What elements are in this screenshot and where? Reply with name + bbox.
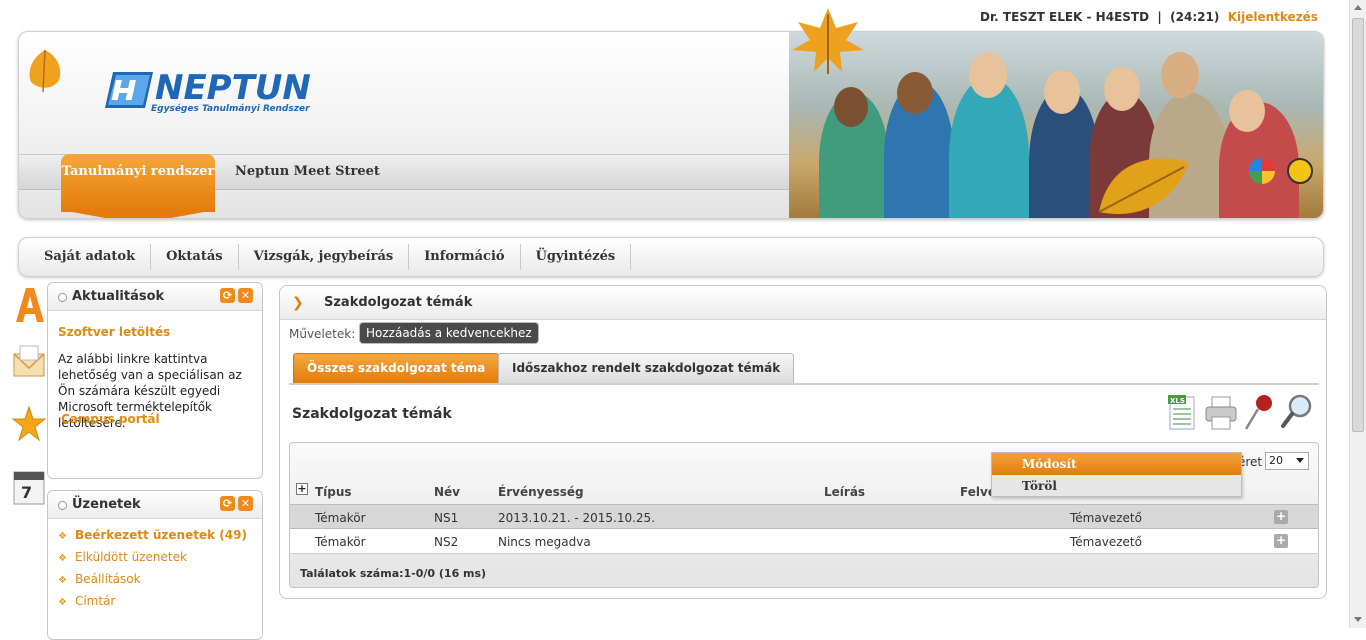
- refresh-icon[interactable]: ⟳: [220, 288, 235, 303]
- user-separator: |: [1157, 10, 1162, 24]
- messages-box: Üzenetek ⟳ ✕ ❖ Beérkezett üzenetek (49) ❖…: [47, 490, 263, 640]
- theme-switch-icons: [1241, 158, 1313, 187]
- tab-active-pointer: [61, 210, 215, 218]
- envelope-icon[interactable]: [12, 342, 46, 384]
- tab-all-topics[interactable]: Összes szakdolgozat téma: [293, 353, 500, 383]
- messages-box-title: Üzenetek: [72, 497, 141, 512]
- news-box-title: Aktualitások: [72, 289, 165, 304]
- search-icon[interactable]: [1278, 391, 1316, 433]
- tab-underline: [289, 383, 1319, 385]
- excel-export-icon[interactable]: XLS: [1164, 391, 1202, 433]
- scroll-up-icon[interactable]: [1354, 5, 1362, 10]
- scroll-thumb[interactable]: [1352, 18, 1364, 432]
- cell-tipus: Témakör: [315, 511, 366, 525]
- page-title: Szakdolgozat témák: [324, 295, 473, 310]
- result-count: Találatok száma:1-0/0 (16 ms): [300, 567, 487, 580]
- user-name: Dr. TESZT ELEK - H4ESTD: [980, 10, 1150, 24]
- list-title: Szakdolgozat témák: [292, 406, 452, 422]
- svg-text:7: 7: [21, 483, 32, 502]
- close-icon[interactable]: ✕: [238, 288, 253, 303]
- accessibility-icon[interactable]: [1287, 158, 1313, 184]
- scroll-down-icon[interactable]: [1354, 617, 1362, 622]
- news-box: Aktualitások ⟳ ✕ Szoftver letöltés Az al…: [47, 282, 263, 479]
- favorites-star-icon[interactable]: [12, 404, 46, 446]
- calendar-icon[interactable]: 7: [12, 466, 46, 508]
- settings-link[interactable]: ❖ Beállítások: [58, 572, 141, 586]
- page-size-select[interactable]: 20: [1265, 452, 1309, 470]
- inbox-link[interactable]: ❖ Beérkezett üzenetek (49): [58, 528, 247, 542]
- font-size-icon[interactable]: [12, 284, 46, 326]
- col-header-tipus[interactable]: Típus: [315, 485, 352, 499]
- page-size-value: 20: [1269, 454, 1283, 467]
- row-action-icon[interactable]: +: [1274, 534, 1288, 548]
- bullet-star-icon: ❖: [58, 531, 67, 542]
- nav-sajat-adatok[interactable]: Saját adatok: [29, 244, 152, 270]
- refresh-icon[interactable]: ⟳: [220, 496, 235, 511]
- chevron-down-icon: [1296, 458, 1304, 463]
- maple-leaf-icon: [792, 8, 864, 74]
- news-box-header: Aktualitások ⟳ ✕: [48, 283, 262, 311]
- session-timer: (24:21): [1170, 10, 1220, 24]
- neptun-logo-icon: [105, 72, 153, 108]
- col-header-ervenyesseg[interactable]: Érvényesség: [498, 485, 584, 499]
- logout-link[interactable]: Kijelentkezés: [1228, 10, 1318, 24]
- directory-link[interactable]: ❖ Címtár: [58, 594, 115, 608]
- col-header-leiras[interactable]: Leírás: [824, 485, 865, 499]
- cell-role: Témavezető: [1070, 511, 1142, 525]
- bullet-star-icon: ❖: [58, 553, 67, 564]
- logo-subtitle: Egységes Tanulmányi Rendszer: [151, 104, 310, 114]
- sent-messages-link[interactable]: ❖ Elküldött üzenetek: [58, 550, 187, 564]
- students-photo: [789, 32, 1323, 218]
- chevron-right-icon: ❯: [292, 295, 304, 311]
- nav-informacio[interactable]: Információ: [409, 244, 521, 270]
- messages-box-header: Üzenetek ⟳ ✕: [48, 491, 262, 519]
- cell-tipus: Témakör: [315, 535, 366, 549]
- user-bar: Dr. TESZT ELEK - H4ESTD | (24:21) Kijele…: [980, 10, 1318, 24]
- context-menu-delete[interactable]: Töröl: [992, 475, 1241, 497]
- autumn-leaves-icon: [1098, 158, 1189, 214]
- cell-ervenyesseg: Nincs megadva: [498, 535, 591, 549]
- logo-text: NEPTUN: [155, 68, 311, 108]
- cell-ervenyesseg: 2013.10.21. - 2015.10.25.: [498, 511, 656, 525]
- close-icon[interactable]: ✕: [238, 496, 253, 511]
- tab-neptun-meet-street[interactable]: Neptun Meet Street: [235, 164, 380, 179]
- bullet-icon: [58, 501, 67, 510]
- bullet-star-icon: ❖: [58, 597, 67, 608]
- bullet-icon: [58, 293, 67, 302]
- context-menu: Módosít Töröl: [991, 452, 1242, 497]
- software-download-link[interactable]: Szoftver letöltés: [58, 325, 170, 339]
- autumn-leaf-icon: [29, 49, 61, 93]
- expand-all-icon[interactable]: +: [296, 483, 308, 495]
- cell-nev: NS2: [434, 535, 459, 549]
- page-scrollbar[interactable]: [1349, 0, 1366, 628]
- row-action-icon[interactable]: +: [1274, 510, 1288, 524]
- content-panel: ❯ Szakdolgozat témák Műveletek: Hozzáadá…: [279, 285, 1327, 599]
- cell-role: Témavezető: [1070, 535, 1142, 549]
- print-icon[interactable]: [1202, 391, 1240, 433]
- site-header: NEPTUN Egységes Tanulmányi Rendszer Tanu…: [18, 31, 1324, 219]
- table-row[interactable]: Témakör NS2 Nincs megadva Témavezető +: [290, 529, 1318, 554]
- cell-nev: NS1: [434, 511, 459, 525]
- nav-vizsgak[interactable]: Vizsgák, jegybeírás: [239, 244, 410, 270]
- nav-oktatas[interactable]: Oktatás: [151, 244, 239, 270]
- tab-tanulmanyi-rendszer[interactable]: Tanulmányi rendszer: [61, 154, 215, 212]
- tab-period-topics[interactable]: Időszakhoz rendelt szakdolgozat témák: [498, 353, 795, 383]
- campus-portal-link[interactable]: Campus portál: [61, 412, 160, 426]
- table-row[interactable]: Témakör NS1 2013.10.21. - 2015.10.25. Té…: [290, 504, 1318, 529]
- color-theme-icon[interactable]: [1249, 158, 1276, 184]
- svg-text:XLS: XLS: [1170, 397, 1185, 405]
- pin-icon[interactable]: [1240, 391, 1278, 433]
- bullet-star-icon: ❖: [58, 575, 67, 586]
- nav-ugyintezes[interactable]: Ügyintézés: [521, 244, 632, 270]
- col-header-nev[interactable]: Név: [434, 485, 460, 499]
- main-nav: Saját adatok Oktatás Vizsgák, jegybeírás…: [18, 237, 1324, 277]
- context-menu-modify[interactable]: Módosít: [992, 453, 1241, 475]
- operations-label: Műveletek:: [289, 327, 356, 341]
- add-to-favorites-button[interactable]: Hozzáadás a kedvencekhez: [360, 323, 538, 343]
